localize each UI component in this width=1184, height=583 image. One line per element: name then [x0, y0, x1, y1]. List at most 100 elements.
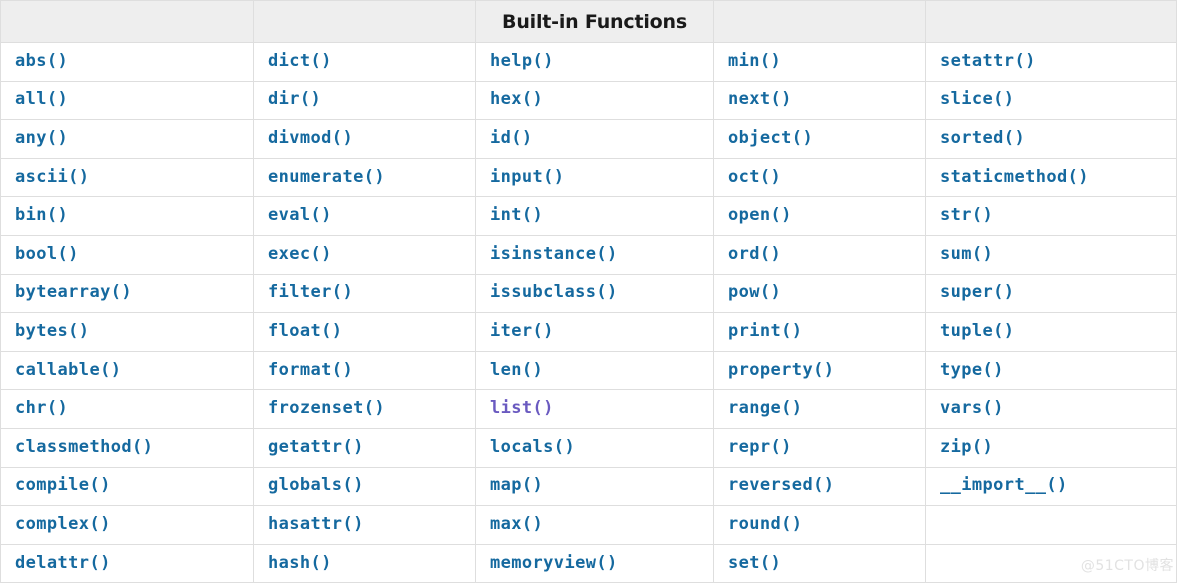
function-link[interactable]: classmethod() [15, 438, 153, 456]
function-link[interactable]: sum() [940, 245, 993, 263]
table-cell: divmod() [253, 119, 476, 159]
table-cell: complex() [0, 505, 254, 545]
table-row: any() divmod() id() object() sorted() [0, 119, 1177, 159]
function-link[interactable]: compile() [15, 477, 111, 494]
function-link[interactable]: hex() [490, 91, 543, 108]
function-link[interactable]: globals() [268, 477, 364, 494]
function-link[interactable]: input() [490, 168, 564, 186]
function-link[interactable]: property() [728, 361, 834, 379]
function-link[interactable]: int() [490, 207, 543, 224]
table-cell: isinstance() [475, 235, 714, 275]
function-link[interactable]: bytes() [15, 322, 89, 340]
function-link[interactable]: type() [940, 361, 1004, 379]
function-link[interactable]: eval() [268, 207, 332, 224]
function-link[interactable]: delattr() [15, 554, 111, 572]
table-cell: help() [475, 42, 714, 82]
function-link[interactable]: iter() [490, 322, 554, 340]
table-cell: enumerate() [253, 158, 476, 198]
table-row: classmethod() getattr() locals() repr() zip(… [0, 428, 1177, 468]
function-link[interactable]: map() [490, 477, 543, 494]
function-link[interactable]: dict() [268, 52, 332, 70]
table-header-row: Built-in Functions [0, 0, 1177, 43]
table-body: abs() dict() help() min() setattr() all() dir(… [0, 42, 1177, 583]
table-row: bytes() float() iter() print() tuple() [0, 312, 1177, 352]
function-link[interactable]: zip() [940, 438, 993, 456]
table-cell: abs() [0, 42, 254, 82]
function-link[interactable]: len() [490, 361, 543, 379]
function-link[interactable]: object() [728, 129, 813, 147]
function-link[interactable]: max() [490, 515, 543, 533]
function-link[interactable]: print() [728, 322, 802, 340]
table-cell: property() [713, 351, 926, 391]
function-link[interactable]: hash() [268, 554, 332, 572]
function-link[interactable]: memoryview() [490, 554, 618, 572]
function-link[interactable]: next() [728, 91, 792, 108]
function-link[interactable]: vars() [940, 400, 1004, 417]
function-link[interactable]: staticmethod() [940, 168, 1089, 186]
page-root: Built-in Functions abs() dict() help() min(… [0, 0, 1184, 583]
function-link[interactable]: oct() [728, 168, 781, 186]
function-link[interactable]: enumerate() [268, 168, 385, 186]
function-link[interactable]: setattr() [940, 52, 1036, 70]
function-link[interactable]: min() [728, 52, 781, 70]
function-link[interactable]: bytearray() [15, 284, 132, 301]
table-cell: slice() [925, 81, 1177, 121]
function-link[interactable]: repr() [728, 438, 792, 456]
function-link[interactable]: bin() [15, 207, 68, 224]
function-link[interactable]: str() [940, 207, 993, 224]
page-title: Built-in Functions [475, 0, 714, 43]
table-cell: hash() [253, 544, 476, 583]
table-header-cell-blank-0 [0, 0, 254, 43]
function-link[interactable]: exec() [268, 245, 332, 263]
function-link[interactable]: format() [268, 361, 353, 379]
function-link[interactable]: divmod() [268, 129, 353, 147]
function-link[interactable]: locals() [490, 438, 575, 456]
function-link[interactable]: getattr() [268, 438, 364, 456]
table-cell: int() [475, 196, 714, 236]
table-row: bytearray() filter() issubclass() pow() supe… [0, 274, 1177, 314]
function-link[interactable]: id() [490, 129, 533, 147]
function-link[interactable]: help() [490, 52, 554, 70]
table-cell: round() [713, 505, 926, 545]
table-cell: globals() [253, 467, 476, 507]
function-link[interactable]: all() [15, 91, 68, 108]
table-row: delattr() hash() memoryview() set() [0, 544, 1177, 583]
function-link[interactable]: issubclass() [490, 284, 618, 301]
function-link[interactable]: chr() [15, 400, 68, 417]
function-link[interactable]: __import__() [940, 477, 1068, 494]
table-cell: locals() [475, 428, 714, 468]
function-link[interactable]: slice() [940, 91, 1014, 108]
function-link[interactable]: isinstance() [490, 245, 618, 263]
function-link[interactable]: ascii() [15, 168, 89, 186]
table-cell: next() [713, 81, 926, 121]
table-cell: callable() [0, 351, 254, 391]
function-link[interactable]: callable() [15, 361, 121, 379]
table-cell: issubclass() [475, 274, 714, 314]
function-link[interactable]: set() [728, 554, 781, 572]
table-cell: hasattr() [253, 505, 476, 545]
function-link[interactable]: reversed() [728, 477, 834, 494]
function-link[interactable]: range() [728, 400, 802, 417]
function-link[interactable]: filter() [268, 284, 353, 301]
function-link[interactable]: super() [940, 284, 1014, 301]
function-link[interactable]: round() [728, 515, 802, 533]
function-link[interactable]: float() [268, 322, 342, 340]
function-link[interactable]: frozenset() [268, 400, 385, 417]
function-link[interactable]: list() [490, 400, 554, 417]
function-link[interactable]: tuple() [940, 322, 1014, 340]
table-cell: len() [475, 351, 714, 391]
table-header-cell-blank-1 [253, 0, 476, 43]
function-link[interactable]: pow() [728, 284, 781, 301]
builtin-functions-table: Built-in Functions abs() dict() help() min(… [0, 0, 1177, 583]
table-cell: dir() [253, 81, 476, 121]
function-link[interactable]: sorted() [940, 129, 1025, 147]
function-link[interactable]: complex() [15, 515, 111, 533]
table-cell: input() [475, 158, 714, 198]
function-link[interactable]: any() [15, 129, 68, 147]
function-link[interactable]: bool() [15, 245, 79, 263]
function-link[interactable]: dir() [268, 91, 321, 108]
function-link[interactable]: ord() [728, 245, 781, 263]
function-link[interactable]: hasattr() [268, 515, 364, 533]
function-link[interactable]: open() [728, 207, 792, 224]
function-link[interactable]: abs() [15, 52, 68, 70]
